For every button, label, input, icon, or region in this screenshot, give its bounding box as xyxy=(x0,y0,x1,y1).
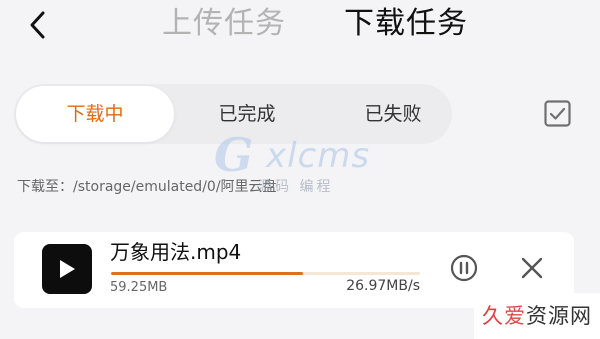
video-thumbnail xyxy=(42,244,92,294)
checkbox-checked-icon xyxy=(544,100,571,127)
tab-download-tasks[interactable]: 下载任务 xyxy=(344,4,468,44)
site-badge-rest: 资源网 xyxy=(526,304,592,328)
download-tasks-page: 上传任务 下载任务 下载中 已完成 已失败 G xlcms 下载至：/stora… xyxy=(0,0,600,339)
chevron-left-icon xyxy=(30,11,45,39)
file-name: 万象用法.mp4 xyxy=(110,240,242,264)
watermark-text: xlcms xyxy=(266,136,371,176)
watermark-subtitle: 源码 编程 xyxy=(258,179,334,195)
site-badge-char2: 爱 xyxy=(504,304,526,328)
filter-downloading[interactable]: 下载中 xyxy=(16,86,174,142)
pause-icon xyxy=(450,254,478,282)
save-path: 下载至：/storage/emulated/0/阿里云盘 xyxy=(17,179,277,195)
progress-bar xyxy=(111,272,420,275)
cancel-button[interactable] xyxy=(520,256,544,280)
watermark-logo: G xyxy=(214,128,254,182)
back-button[interactable] xyxy=(22,8,54,42)
select-all-button[interactable] xyxy=(544,100,571,127)
tab-upload-tasks[interactable]: 上传任务 xyxy=(162,4,286,44)
site-badge: 久爱资源网 xyxy=(474,293,600,339)
filter-failed[interactable]: 已失败 xyxy=(320,84,466,144)
pause-button[interactable] xyxy=(450,254,478,282)
downloaded-size: 59.25MB xyxy=(110,280,168,295)
site-badge-char1: 久 xyxy=(482,304,504,328)
progress-fill xyxy=(111,272,303,275)
close-icon xyxy=(521,257,543,279)
download-speed: 26.97MB/s xyxy=(346,278,420,294)
play-icon xyxy=(60,260,75,278)
